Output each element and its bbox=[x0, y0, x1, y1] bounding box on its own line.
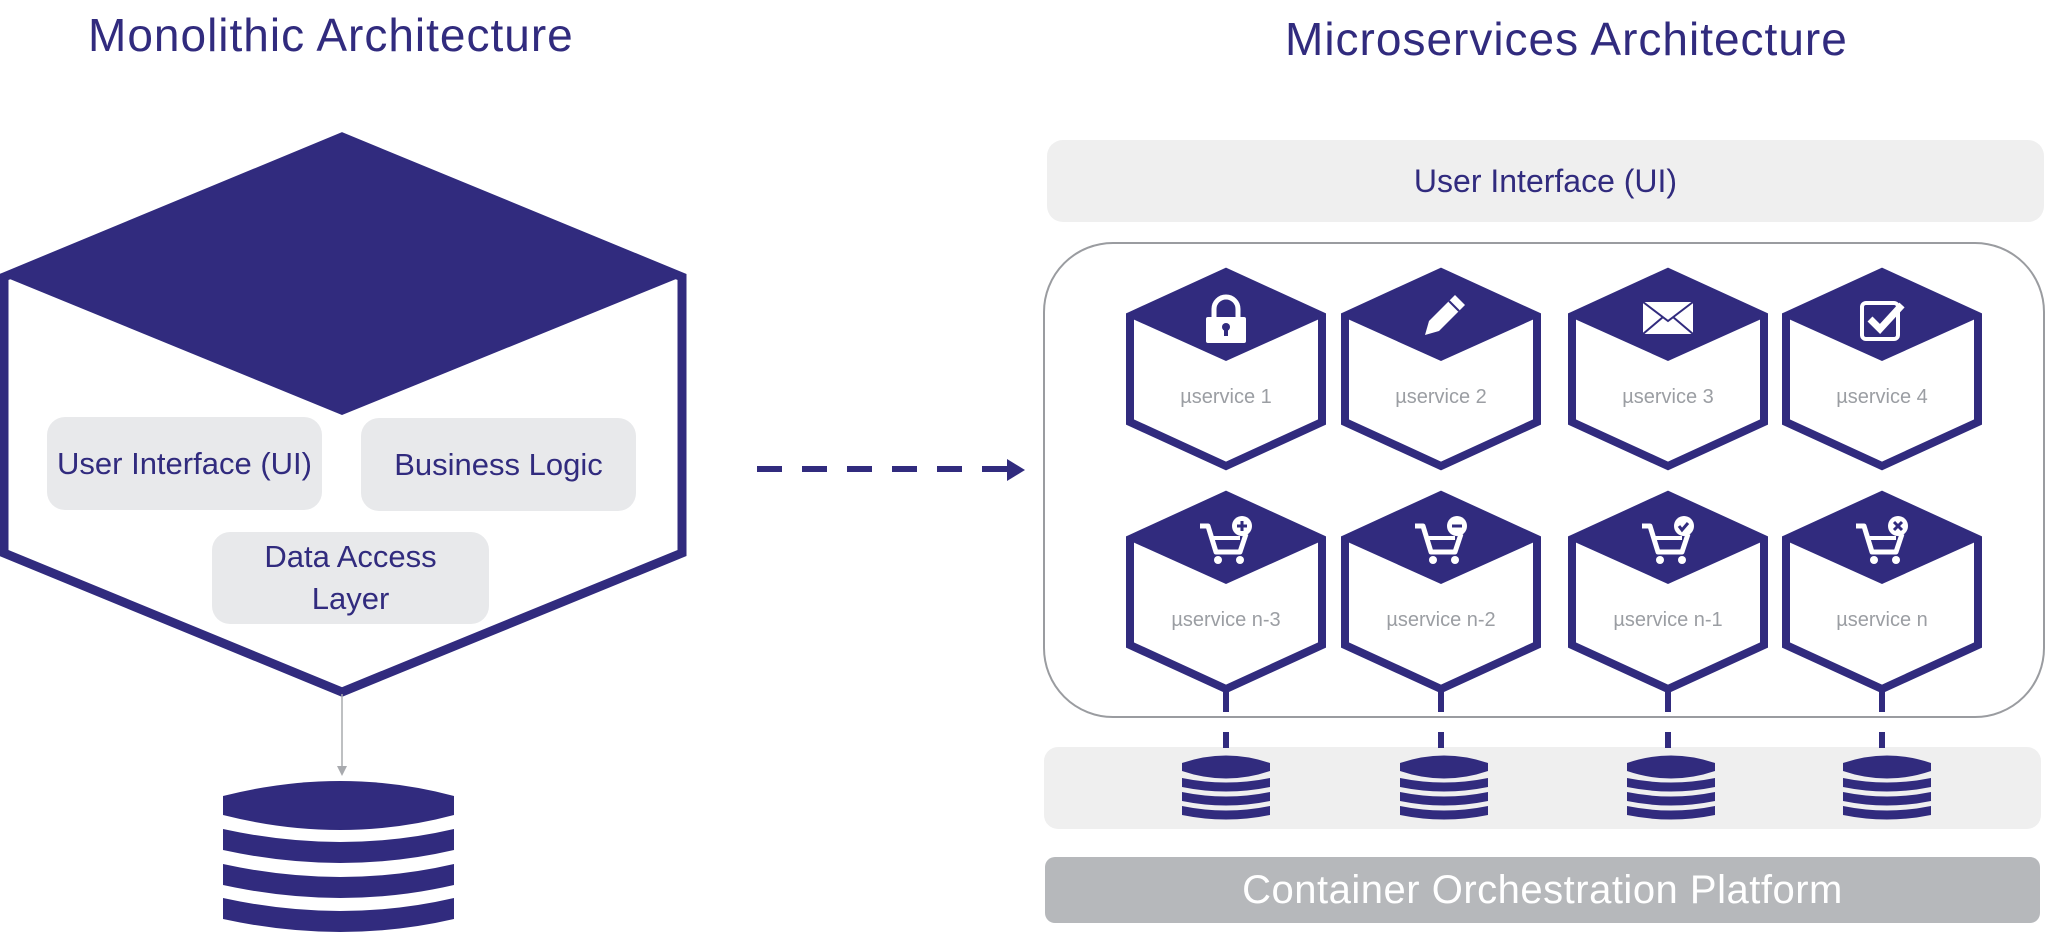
envelope-icon bbox=[1642, 301, 1694, 335]
microservice-label: µservice 1 bbox=[1180, 386, 1272, 408]
database-icon bbox=[1400, 755, 1488, 820]
microservice-node bbox=[1782, 490, 1982, 694]
microservice-label: µservice 2 bbox=[1395, 386, 1487, 408]
microservice-node bbox=[1568, 267, 1768, 471]
microservices-graphic bbox=[1126, 267, 1982, 820]
microservice-label: µservice 4 bbox=[1836, 386, 1928, 408]
microservice-label: µservice n-1 bbox=[1613, 609, 1723, 631]
microservice-node bbox=[1782, 267, 1982, 471]
microservice-node bbox=[1341, 490, 1541, 694]
microservice-node bbox=[1126, 490, 1326, 694]
microservice-node bbox=[1341, 267, 1541, 471]
database-icon bbox=[1843, 755, 1931, 820]
microservice-label: µservice 3 bbox=[1622, 386, 1714, 408]
microservice-node bbox=[1126, 267, 1326, 471]
database-icon bbox=[1627, 755, 1715, 820]
microservice-node bbox=[1568, 490, 1768, 694]
database-icon bbox=[1182, 755, 1270, 820]
microservice-label: µservice n bbox=[1836, 609, 1928, 631]
microservice-label: µservice n-2 bbox=[1386, 609, 1496, 631]
microservice-label: µservice n-3 bbox=[1171, 609, 1281, 631]
